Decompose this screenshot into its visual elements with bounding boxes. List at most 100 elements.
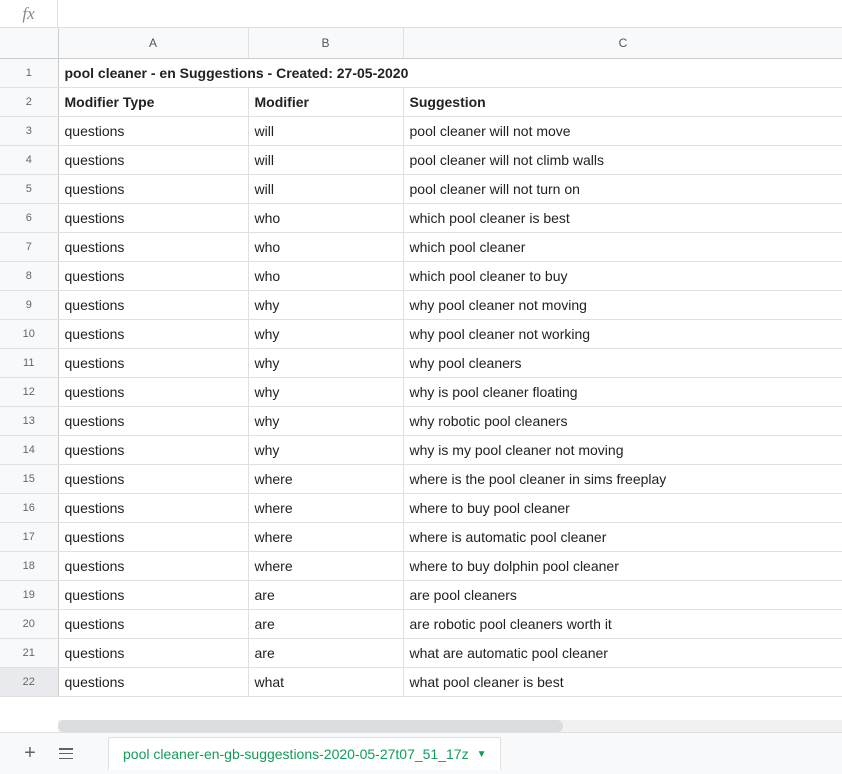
data-cell[interactable]: why [248,290,403,319]
column-header-c[interactable]: C [403,28,842,58]
row-header[interactable]: 12 [0,377,58,406]
data-cell[interactable]: questions [58,377,248,406]
table-row: 16questionswherewhere to buy pool cleane… [0,493,842,522]
data-cell[interactable]: why is pool cleaner floating [403,377,842,406]
data-cell[interactable]: questions [58,261,248,290]
data-cell[interactable]: questions [58,232,248,261]
table-row: 4questionswillpool cleaner will not clim… [0,145,842,174]
data-cell[interactable]: pool cleaner will not turn on [403,174,842,203]
data-cell[interactable]: questions [58,551,248,580]
data-cell[interactable]: questions [58,667,248,696]
data-cell[interactable]: where is the pool cleaner in sims freepl… [403,464,842,493]
data-cell[interactable]: questions [58,580,248,609]
data-cell[interactable]: why [248,319,403,348]
horizontal-scrollbar[interactable] [58,720,842,732]
row-header[interactable]: 10 [0,319,58,348]
row-header[interactable]: 17 [0,522,58,551]
data-cell[interactable]: are [248,580,403,609]
data-cell[interactable]: where to buy pool cleaner [403,493,842,522]
row-header[interactable]: 5 [0,174,58,203]
data-cell[interactable]: questions [58,406,248,435]
data-cell[interactable]: why [248,435,403,464]
row-header[interactable]: 19 [0,580,58,609]
data-cell[interactable]: questions [58,348,248,377]
row-header[interactable]: 11 [0,348,58,377]
title-cell[interactable]: pool cleaner - en Suggestions - Created:… [58,58,842,87]
data-cell[interactable]: questions [58,319,248,348]
data-cell[interactable]: why pool cleaner not moving [403,290,842,319]
data-cell[interactable]: questions [58,145,248,174]
data-cell[interactable]: who [248,203,403,232]
data-cell[interactable]: questions [58,203,248,232]
add-sheet-button[interactable]: + [12,736,48,772]
data-cell[interactable]: questions [58,638,248,667]
data-cell[interactable]: why [248,377,403,406]
data-cell[interactable]: are robotic pool cleaners worth it [403,609,842,638]
data-cell[interactable]: which pool cleaner to buy [403,261,842,290]
row-header[interactable]: 9 [0,290,58,319]
row-header[interactable]: 18 [0,551,58,580]
data-cell[interactable]: questions [58,435,248,464]
data-cell[interactable]: where [248,464,403,493]
row-header[interactable]: 16 [0,493,58,522]
data-cell[interactable]: where [248,522,403,551]
chevron-down-icon[interactable]: ▼ [477,749,487,760]
row-header[interactable]: 15 [0,464,58,493]
scroll-thumb[interactable] [58,720,563,732]
data-cell[interactable]: pool cleaner will not climb walls [403,145,842,174]
data-cell[interactable]: questions [58,522,248,551]
column-header-b[interactable]: B [248,28,403,58]
data-cell[interactable]: are [248,638,403,667]
data-cell[interactable]: where [248,493,403,522]
select-all-corner[interactable] [0,28,58,58]
data-cell[interactable]: questions [58,174,248,203]
row-header[interactable]: 14 [0,435,58,464]
data-cell[interactable]: pool cleaner will not move [403,116,842,145]
data-cell[interactable]: questions [58,116,248,145]
row-header[interactable]: 6 [0,203,58,232]
data-cell[interactable]: questions [58,609,248,638]
row-header[interactable]: 13 [0,406,58,435]
data-cell[interactable]: will [248,145,403,174]
row-header[interactable]: 21 [0,638,58,667]
data-cell[interactable]: who [248,261,403,290]
row-header[interactable]: 8 [0,261,58,290]
all-sheets-button[interactable] [48,736,84,772]
sheet-tab-active[interactable]: pool cleaner-en-gb-suggestions-2020-05-2… [108,737,501,770]
data-cell[interactable]: questions [58,464,248,493]
header-cell[interactable]: Modifier Type [58,87,248,116]
data-cell[interactable]: where is automatic pool cleaner [403,522,842,551]
data-cell[interactable]: will [248,174,403,203]
column-header-a[interactable]: A [58,28,248,58]
data-cell[interactable]: questions [58,493,248,522]
data-cell[interactable]: why [248,406,403,435]
data-cell[interactable]: what are automatic pool cleaner [403,638,842,667]
data-cell[interactable]: are pool cleaners [403,580,842,609]
data-cell[interactable]: why is my pool cleaner not moving [403,435,842,464]
data-cell[interactable]: why robotic pool cleaners [403,406,842,435]
data-cell[interactable]: why [248,348,403,377]
data-cell[interactable]: which pool cleaner [403,232,842,261]
data-cell[interactable]: are [248,609,403,638]
data-cell[interactable]: where [248,551,403,580]
row-header[interactable]: 20 [0,609,58,638]
header-cell[interactable]: Suggestion [403,87,842,116]
data-cell[interactable]: questions [58,290,248,319]
data-cell[interactable]: why pool cleaner not working [403,319,842,348]
row-header[interactable]: 2 [0,87,58,116]
row-header[interactable]: 1 [0,58,58,87]
row-header[interactable]: 22 [0,667,58,696]
row-header[interactable]: 7 [0,232,58,261]
data-cell[interactable]: will [248,116,403,145]
table-row: 13questionswhywhy robotic pool cleaners [0,406,842,435]
data-cell[interactable]: why pool cleaners [403,348,842,377]
row-header[interactable]: 4 [0,145,58,174]
formula-input[interactable] [58,0,842,27]
header-cell[interactable]: Modifier [248,87,403,116]
data-cell[interactable]: what [248,667,403,696]
data-cell[interactable]: what pool cleaner is best [403,667,842,696]
row-header[interactable]: 3 [0,116,58,145]
data-cell[interactable]: where to buy dolphin pool cleaner [403,551,842,580]
data-cell[interactable]: which pool cleaner is best [403,203,842,232]
data-cell[interactable]: who [248,232,403,261]
